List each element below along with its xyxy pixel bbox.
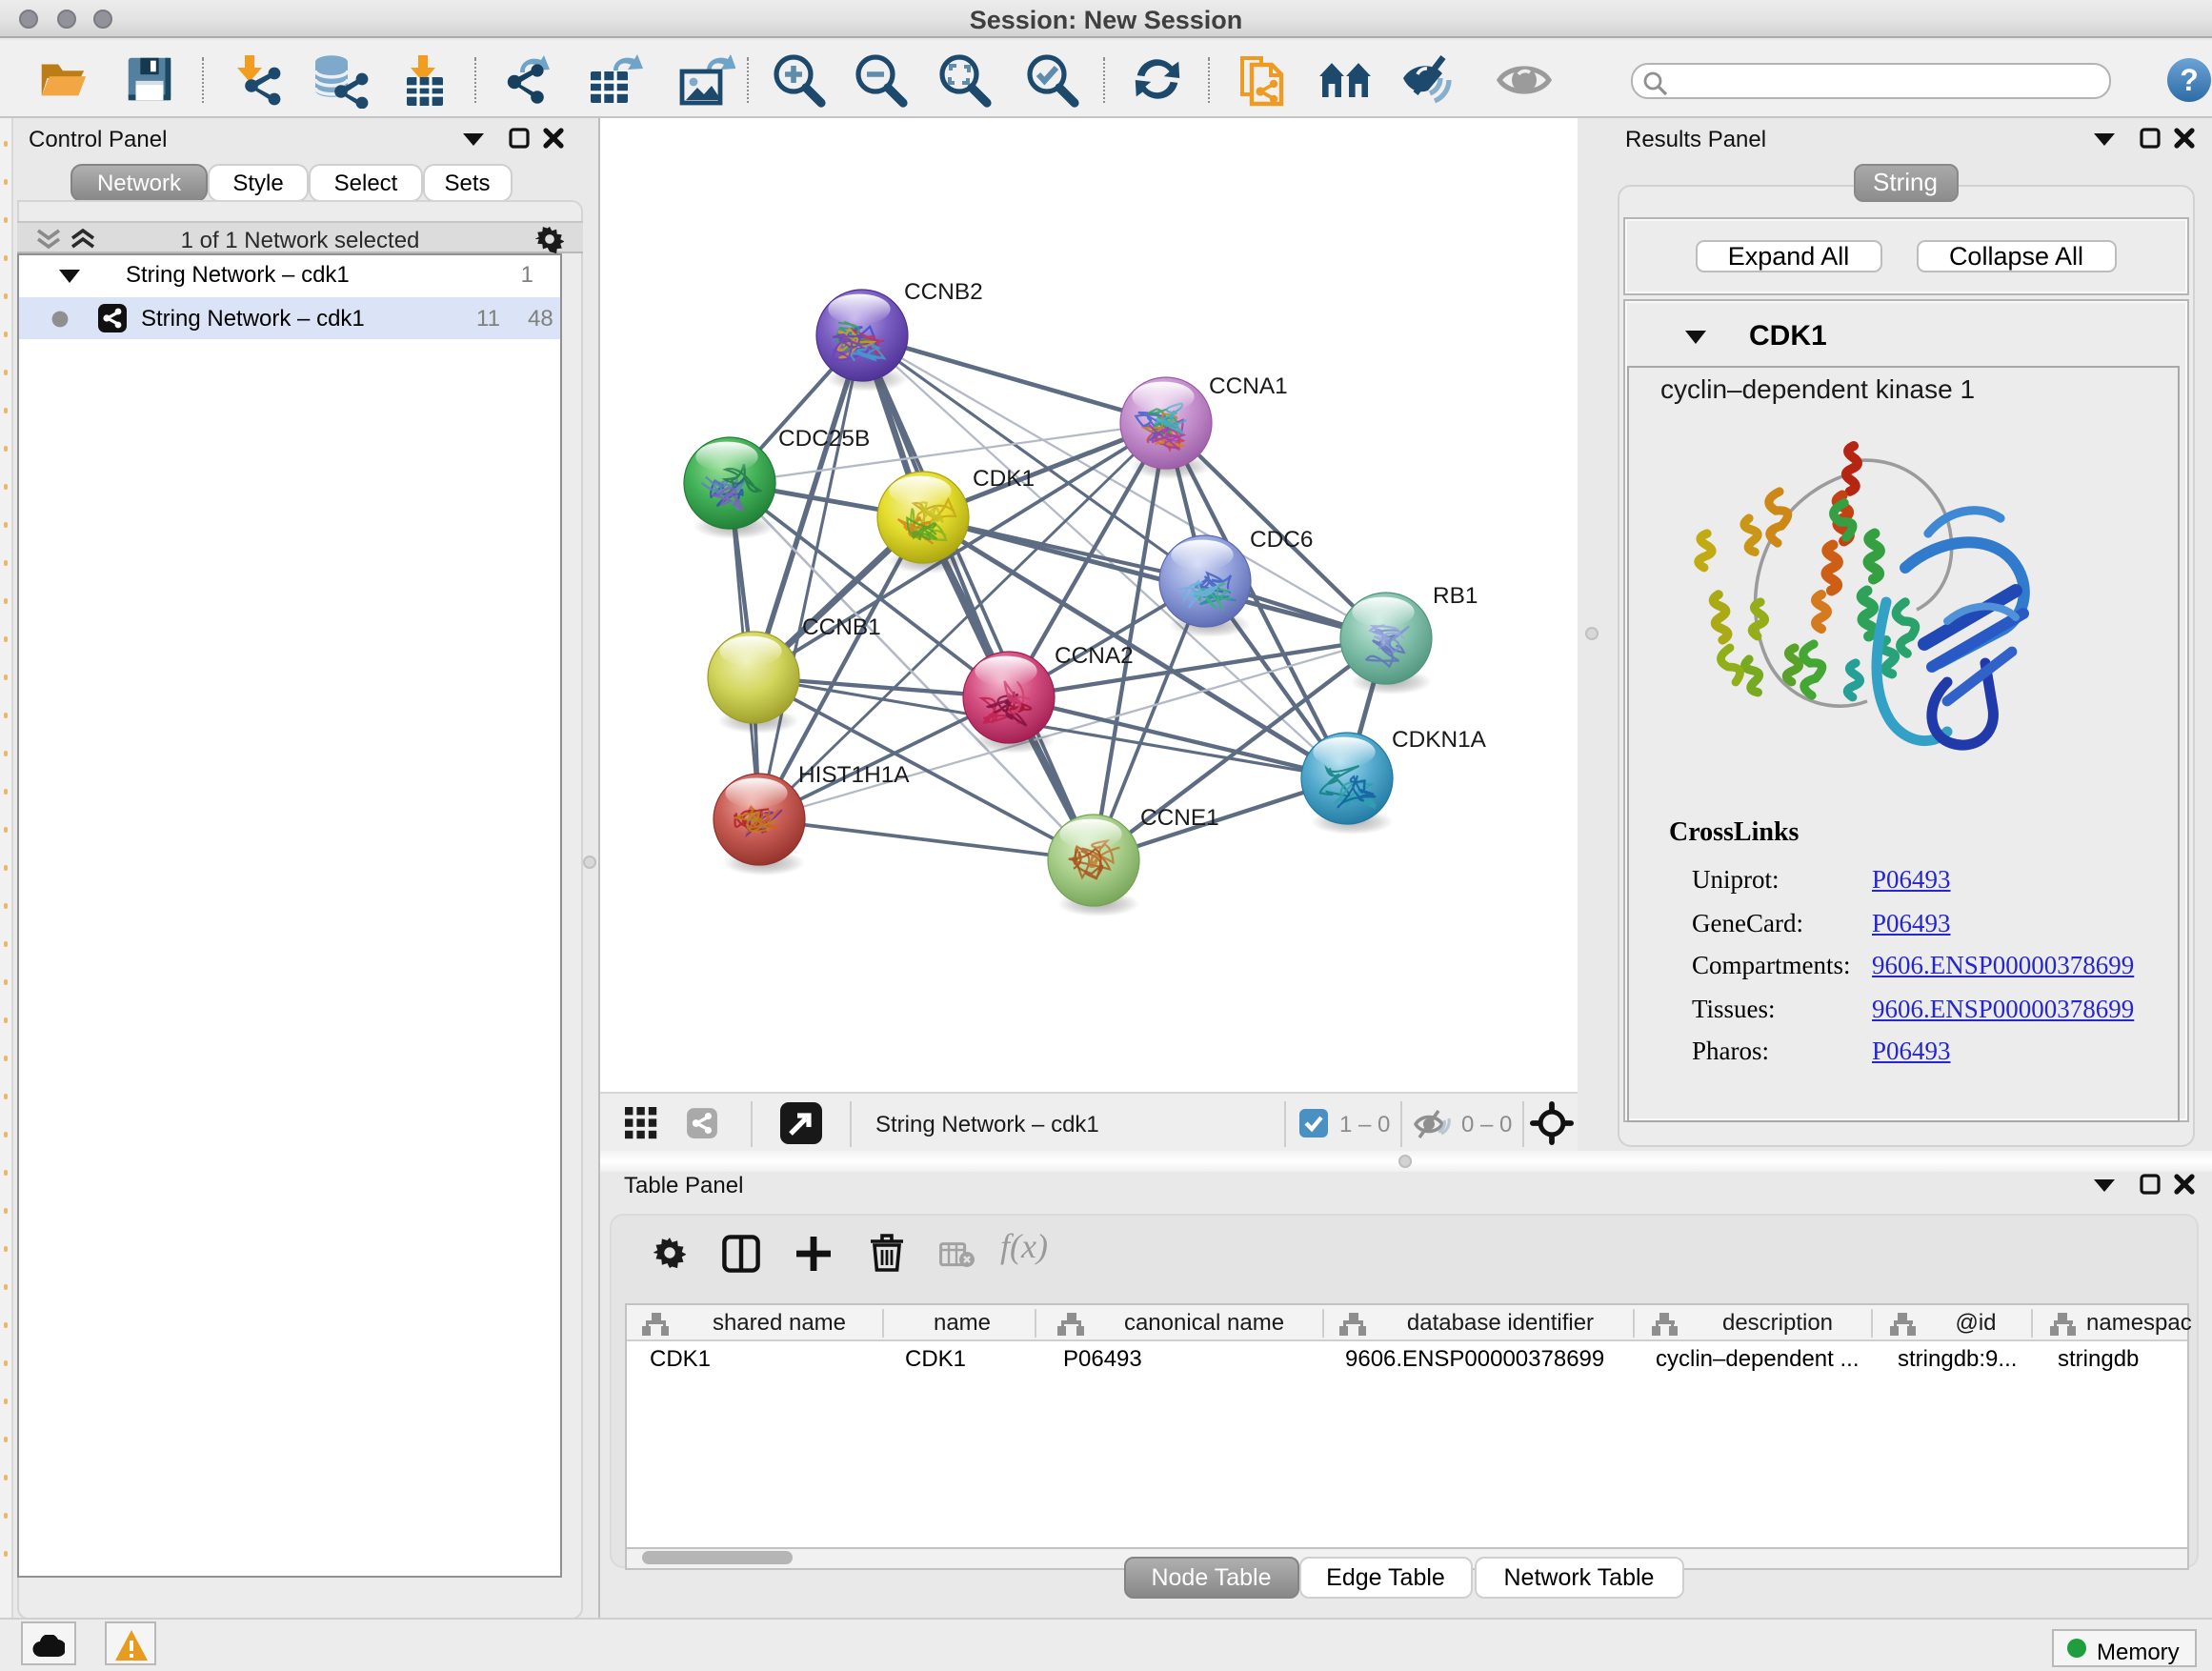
svg-text:CDKN1A: CDKN1A [1392,727,1487,753]
svg-text:CDC6: CDC6 [1250,527,1313,553]
svg-text:CDK1: CDK1 [973,466,1035,492]
svg-text:CDC25B: CDC25B [778,426,870,452]
svg-text:CCNE1: CCNE1 [1140,805,1219,831]
svg-text:CCNA2: CCNA2 [1055,643,1134,669]
svg-text:?: ? [2179,63,2198,97]
svg-text:HIST1H1A: HIST1H1A [798,762,910,788]
svg-text:CCNB2: CCNB2 [904,279,983,305]
svg-text:CCNA1: CCNA1 [1209,373,1288,399]
svg-text:RB1: RB1 [1433,583,1478,609]
svg-text:CCNB1: CCNB1 [802,614,881,640]
